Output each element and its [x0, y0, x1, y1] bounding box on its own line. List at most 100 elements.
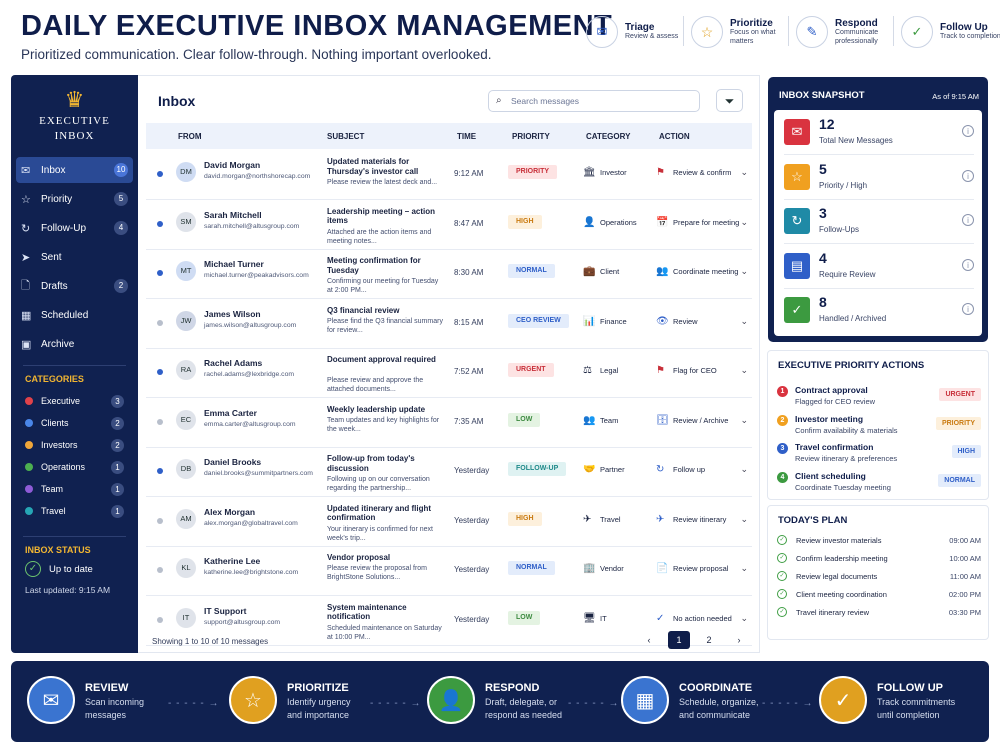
subject: Weekly leadership update — [327, 404, 426, 414]
table-row[interactable]: KL Katherine Lee katherine.lee@brightsto… — [146, 546, 752, 596]
inbox-icon: ✉ — [27, 676, 75, 724]
workflow-desc: Scan incoming messages — [85, 697, 145, 720]
category-icon: 👤 — [583, 216, 596, 228]
snapshot-stat: ▤ 4 Require Review i — [784, 246, 974, 289]
sidebar-item-inbox[interactable]: ✉ Inbox 10 — [16, 157, 133, 184]
stat-value: 8 — [819, 294, 827, 310]
showing-count: Showing 1 to 10 of 10 messages — [152, 637, 269, 646]
action-icon: 👥 — [656, 266, 669, 277]
action-dropdown[interactable]: 🗄 Review / Archive ⌄ — [656, 415, 748, 426]
priority-action-item[interactable]: 1 Contract approval Flagged for CEO revi… — [777, 384, 981, 413]
stat-value: 3 — [819, 205, 827, 221]
received-time: Yesterday — [454, 614, 490, 624]
last-updated: Last updated: 9:15 AM — [25, 585, 111, 596]
action-dropdown[interactable]: 📄 Review proposal ⌄ — [656, 563, 748, 574]
avatar: DM — [176, 162, 196, 182]
priority-badge: NORMAL — [508, 264, 555, 278]
action-dropdown[interactable]: ⚑ Flag for CEO ⌄ — [656, 365, 748, 376]
unread-dot — [157, 567, 163, 573]
step-follow-up: ✓ Follow Up Track to completion — [901, 16, 1000, 48]
subject: Meeting confirmation for Tuesday — [327, 256, 421, 275]
category-travel[interactable]: Travel 1 — [11, 500, 138, 522]
info-icon[interactable]: i — [962, 214, 974, 226]
refresh-icon: ↻ — [784, 208, 810, 234]
action-icon: ⚑ — [656, 365, 665, 376]
chevron-down-icon: ⌄ — [740, 563, 748, 573]
info-icon[interactable]: i — [962, 303, 974, 315]
table-row[interactable]: DM David Morgan david.morgan@northshorec… — [146, 150, 752, 200]
search-input[interactable]: ⌕ Search messages — [488, 90, 700, 112]
sidebar-item-sent[interactable]: ➤ Sent — [16, 244, 133, 270]
filter-button[interactable]: ⏷ — [716, 89, 743, 112]
sender-email: rachel.adams@lexbridge.com — [204, 371, 295, 378]
sidebar-item-archive[interactable]: ▣ Archive — [16, 331, 133, 357]
table-row[interactable]: AM Alex Morgan alex.morgan@globaltravel.… — [146, 497, 752, 547]
inbox-status-label: INBOX STATUS — [25, 545, 91, 556]
table-row[interactable]: MT Michael Turner michael.turner@peakadv… — [146, 249, 752, 299]
sidebar-item-drafts[interactable]: 🗋 Drafts 2 — [16, 273, 133, 299]
info-icon[interactable]: i — [962, 125, 974, 137]
table-row[interactable]: DB Daniel Brooks daniel.brooks@summitpar… — [146, 447, 752, 497]
unread-dot — [157, 220, 163, 227]
action-dropdown[interactable]: ↻ Follow up ⌄ — [656, 464, 748, 475]
action-icon: ↻ — [656, 464, 665, 475]
next-page-button[interactable]: › — [728, 635, 750, 645]
sender-name: James Wilson — [204, 308, 261, 319]
message-preview: Following up on our conversation regardi… — [327, 476, 430, 493]
info-icon[interactable]: i — [962, 169, 974, 182]
category-investors[interactable]: Investors 2 — [11, 434, 138, 456]
priority-badge: FOLLOW-UP — [508, 462, 567, 476]
unread-dot — [157, 468, 163, 474]
table-row[interactable]: EC Emma Carter emma.carter@altusgroup.co… — [146, 398, 752, 448]
workflow-desc: Identify urgency and importance — [287, 697, 351, 720]
category-icon: 👥 — [583, 414, 596, 426]
page-1-button[interactable]: 1 — [668, 631, 690, 649]
table-header: FROM SUBJECT TIME PRIORITY CATEGORY ACTI… — [146, 123, 752, 149]
action-title: Client scheduling — [795, 470, 866, 481]
calendar-icon: ▦ — [21, 309, 32, 322]
received-time: 9:12 AM — [454, 169, 484, 178]
action-desc: Coordinate Tuesday meeting — [795, 482, 891, 492]
avatar: KL — [176, 558, 196, 578]
step-prioritize: ☆ Prioritize Focus on what matters — [691, 16, 795, 48]
category-team[interactable]: Team 1 — [11, 478, 138, 500]
snapshot-stat: ↻ 3 Follow-Ups i — [784, 201, 974, 244]
subject: Updated itinerary and flight confirmatio… — [327, 503, 432, 523]
sidebar-item-priority[interactable]: ☆ Priority 5 — [16, 186, 133, 212]
plan-task: Review legal documents — [796, 571, 878, 581]
person-icon: 👤 — [427, 676, 475, 724]
action-dropdown[interactable]: 👥 Coordinate meeting ⌄ — [656, 266, 748, 277]
plan-item[interactable]: ✓ Travel itinerary review 03:30 PM — [777, 603, 981, 621]
priority-badge: NORMAL — [508, 561, 555, 575]
plan-item[interactable]: ✓ Confirm leadership meeting 10:00 AM — [777, 549, 981, 567]
table-row[interactable]: RA Rachel Adams rachel.adams@lexbridge.c… — [146, 348, 752, 398]
document-icon: 🗋 — [21, 279, 30, 292]
plan-item[interactable]: ✓ Client meeting coordination 02:00 PM — [777, 585, 981, 603]
plan-item[interactable]: ✓ Review investor materials 09:00 AM — [777, 531, 981, 549]
message-preview: Please review the latest deck and... — [327, 179, 438, 186]
action-dropdown[interactable]: ⚑ Review & confirm ⌄ — [656, 167, 748, 178]
category-operations[interactable]: Operations 1 — [11, 456, 138, 478]
priority-action-item[interactable]: 2 Investor meeting Confirm availability … — [777, 413, 981, 442]
category-executive[interactable]: Executive 3 — [11, 390, 138, 412]
sidebar-item-scheduled[interactable]: ▦ Scheduled — [16, 302, 133, 328]
page-2-button[interactable]: 2 — [698, 635, 720, 645]
priority-action-item[interactable]: 3 Travel confirmation Review itinerary &… — [777, 441, 981, 470]
action-dropdown[interactable]: ✈ Review itinerary ⌄ — [656, 514, 748, 525]
sidebar-item-follow-up[interactable]: ↻ Follow-Up 4 — [16, 215, 133, 241]
action-dropdown[interactable]: 👁 Review ⌄ — [656, 316, 748, 327]
table-row[interactable]: SM Sarah Mitchell sarah.mitchell@altusgr… — [146, 200, 752, 250]
table-row[interactable]: JW James Wilson james.wilson@altusgroup.… — [146, 299, 752, 349]
action-dropdown[interactable]: ✓ No action needed ⌄ — [656, 613, 748, 624]
workflow-title: REVIEW — [85, 682, 129, 694]
plan-item[interactable]: ✓ Review legal documents 11:00 AM — [777, 567, 981, 585]
category-label: 🤝 Partner — [583, 464, 625, 475]
chevron-down-icon: ⌄ — [740, 365, 748, 375]
action-desc: Review itinerary & preferences — [795, 454, 898, 463]
prev-page-button[interactable]: ‹ — [638, 635, 660, 645]
category-clients[interactable]: Clients 2 — [11, 412, 138, 434]
priority-action-item[interactable]: 4 Client scheduling Coordinate Tuesday m… — [777, 470, 981, 499]
info-icon[interactable]: i — [962, 258, 974, 271]
avatar: DB — [176, 459, 196, 479]
action-dropdown[interactable]: 📅 Prepare for meeting ⌄ — [656, 217, 748, 228]
